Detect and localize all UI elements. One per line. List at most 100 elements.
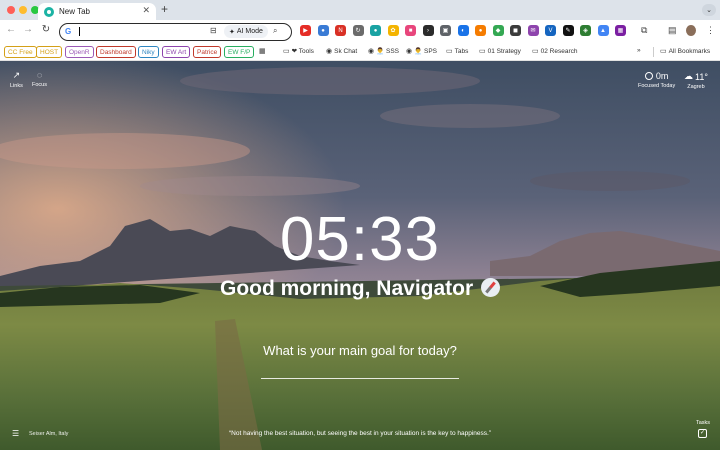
- lens-search-icon[interactable]: ⌕: [273, 26, 277, 36]
- reload-button[interactable]: ↻: [39, 24, 53, 35]
- bookmark-label: ❤ Tools: [291, 48, 314, 55]
- terminal-extension-icon[interactable]: ›: [422, 25, 434, 36]
- weather-widget[interactable]: ☁ 11° Zagreb: [684, 71, 708, 90]
- folder-icon: ▭: [446, 48, 453, 55]
- google-icon: G: [65, 27, 72, 36]
- window-close-button[interactable]: [7, 6, 15, 14]
- bookmark-item[interactable]: ▭ ❤ Tools: [283, 47, 314, 55]
- bookmark-pill[interactable]: Patrice: [193, 46, 222, 58]
- tab-new-tab[interactable]: New Tab ✕: [38, 3, 156, 20]
- bookmark-item[interactable]: ◉ Sk Chat: [326, 47, 358, 56]
- bookmark-pill[interactable]: CC Free: [4, 46, 37, 58]
- color-extension-icon[interactable]: ✿: [387, 25, 399, 36]
- text-caret: [79, 27, 80, 36]
- v-extension-icon[interactable]: V: [545, 25, 556, 36]
- bookmark-pill[interactable]: HOST: [36, 46, 63, 58]
- pen-extension-icon[interactable]: ✎: [562, 25, 574, 36]
- clock[interactable]: 05:33: [0, 209, 720, 271]
- all-bookmarks-label: All Bookmarks: [668, 47, 711, 55]
- bookmark-pill[interactable]: EW Art: [162, 46, 191, 58]
- toggle-extension-icon[interactable]: ●: [317, 25, 329, 36]
- circle-extension-icon[interactable]: ●: [370, 25, 381, 36]
- bookmark-pill[interactable]: Dashboard: [96, 46, 136, 58]
- focused-caption: Focused Today: [638, 83, 676, 89]
- dark-extension-icon[interactable]: ◼: [510, 25, 521, 36]
- daily-quote[interactable]: “Not having the best situation, but seei…: [0, 430, 720, 437]
- new-tab-button[interactable]: +: [161, 2, 168, 16]
- window-minimize-button[interactable]: [19, 6, 27, 14]
- ai-mode-button[interactable]: ✦ AI Mode: [224, 25, 268, 38]
- bookmarks-divider: [653, 47, 654, 57]
- chat-bubble-icon: ◌: [36, 70, 43, 80]
- sparkle-icon: ✦: [229, 28, 235, 36]
- focus-ring-icon: [644, 72, 653, 80]
- tasks-checkbox-icon[interactable]: ✓: [698, 429, 707, 438]
- cloud-icon: ☁: [684, 71, 693, 81]
- news-extension-icon[interactable]: N: [335, 25, 346, 36]
- address-bar[interactable]: G ⊟ ✦ AI Mode ⌕: [59, 23, 292, 41]
- greeting: Good morning, Navigator: [0, 277, 720, 301]
- momentum-dashboard: ↗ Links ◌ Focus 0m Focused Today ☁ 11° Z…: [0, 61, 720, 450]
- folder-icon: ▭: [283, 48, 290, 55]
- green-extension-icon[interactable]: ◆: [492, 25, 504, 36]
- site-icon: ◉: [326, 48, 333, 55]
- bookmark-label: Sk Chat: [334, 47, 358, 55]
- tab-close-icon[interactable]: ✕: [142, 5, 150, 16]
- compass-icon: [481, 278, 500, 297]
- blue-extension-icon[interactable]: ◐: [457, 25, 469, 36]
- grid-extension-icon[interactable]: ▦: [615, 25, 626, 36]
- external-link-icon: ↗: [12, 70, 21, 80]
- site-icon: ◉: [406, 48, 413, 55]
- shield-extension-icon[interactable]: ◈: [580, 25, 591, 36]
- bookmarks-bar: CC Free HOST OpenR Dashboard Niky EW Art Patri…: [0, 43, 720, 61]
- orange-extension-icon[interactable]: ●: [475, 25, 486, 36]
- temperature: 11°: [695, 71, 708, 82]
- pink-extension-icon[interactable]: ■: [405, 25, 416, 36]
- extensions-puzzle-icon[interactable]: ⧉: [641, 25, 647, 36]
- back-button[interactable]: ←: [4, 24, 18, 35]
- main-goal-input[interactable]: [261, 361, 459, 379]
- tab-title: New Tab: [59, 7, 90, 16]
- bookmark-pill[interactable]: EW F/P: [224, 46, 255, 58]
- links-button[interactable]: ↗ Links: [10, 70, 23, 89]
- site-icon: ◉: [368, 48, 375, 55]
- bookmark-item[interactable]: ▭ 01 Strategy: [479, 47, 521, 56]
- bookmark-item[interactable]: ▭ 02 Research: [532, 47, 578, 56]
- forward-button[interactable]: →: [21, 24, 35, 35]
- main-goal-question: What is your main goal for today?: [263, 343, 457, 358]
- mail-extension-icon[interactable]: ✉: [527, 25, 539, 36]
- bookmark-label: 02 Research: [540, 47, 578, 55]
- gdrive-extension-icon[interactable]: ▲: [597, 25, 609, 36]
- bookmark-item[interactable]: ◉ 👨‍💼 SPS: [406, 47, 437, 55]
- weather-city: Zagreb: [687, 84, 705, 90]
- bookmark-pill[interactable]: OpenR: [65, 46, 94, 58]
- bookmark-item[interactable]: ◉ 👨‍💼 SSS: [368, 47, 399, 55]
- focused-value: 0m: [655, 71, 669, 81]
- focus-label: Focus: [32, 82, 47, 88]
- greeting-text: Good morning, Navigator: [219, 277, 474, 300]
- focus-timer-widget[interactable]: 0m Focused Today: [638, 71, 675, 89]
- bookmark-item[interactable]: ▭ Tabs: [446, 47, 468, 56]
- folder-icon: ▭: [479, 48, 486, 55]
- folder-icon: ▭: [532, 48, 539, 55]
- all-bookmarks-button[interactable]: ▭ All Bookmarks: [660, 47, 711, 56]
- tab-strip: New Tab ✕ + ⌄: [0, 0, 720, 20]
- profile-avatar[interactable]: [686, 25, 696, 36]
- sidebar-icon[interactable]: ▤: [668, 25, 677, 36]
- momentum-favicon-icon: [44, 6, 54, 17]
- tab-search-button[interactable]: ⌄: [702, 4, 716, 16]
- menu-icon[interactable]: ⋮: [706, 25, 715, 36]
- tasks-label: Tasks: [696, 420, 711, 426]
- arrow-extension-icon[interactable]: ↻: [352, 25, 364, 36]
- apps-grid-button[interactable]: ▦: [259, 47, 266, 55]
- bookmark-label: 👨‍💼 SSS: [376, 48, 400, 55]
- bookmarks-overflow-button[interactable]: »: [637, 47, 641, 54]
- bookmark-label: 01 Strategy: [487, 47, 521, 55]
- bookmark-label: 👨‍💼 SPS: [414, 48, 438, 55]
- bookmark-pill[interactable]: Niky: [138, 46, 159, 58]
- focus-button[interactable]: ◌ Focus: [32, 70, 47, 88]
- youtube-icon[interactable]: ▶: [300, 25, 311, 36]
- screen-extension-icon[interactable]: ▣: [440, 25, 451, 36]
- cast-icon[interactable]: ⊟: [210, 26, 217, 35]
- ai-mode-label: AI Mode: [236, 28, 263, 35]
